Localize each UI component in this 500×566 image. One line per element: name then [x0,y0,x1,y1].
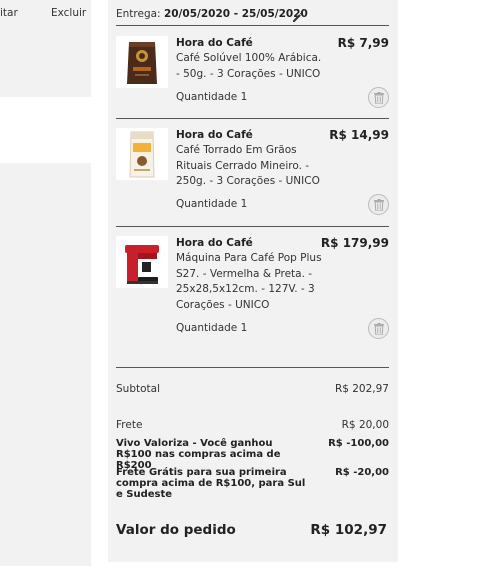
left-panel [0,163,91,566]
coffee-bag-icon [116,128,168,180]
order-total-label: Valor do pedido [116,522,236,538]
divider [116,118,389,119]
coffee-pouch-icon [116,36,168,88]
subtotal-value: R$ 202,97 [334,383,389,395]
delivery-dates: 20/05/2020 - 25/05/2020 [163,8,308,20]
pencil-icon[interactable] [292,8,303,22]
trash-icon[interactable] [368,87,389,108]
discount-value: R$ -100,00 [328,438,389,449]
order-total-value: R$ 102,97 [310,522,387,538]
item-seller: Hora do Café [176,37,253,49]
item-description: Café Solúvel 100% Arábica. - 50g. - 3 Co… [176,52,322,80]
shipping-value: R$ 20,00 [341,419,389,431]
item-price: R$ 14,99 [329,128,389,142]
trash-icon[interactable] [368,194,389,215]
item-description: Café Torrado Em Grãos Rituais Cerrado Mi… [176,144,320,187]
item-quantity: Quantidade 1 [176,91,248,103]
order-summary-panel: Entrega: 20/05/2020 - 25/05/2020 Hora do… [108,0,398,562]
cart-item-card: itar Excluir [0,0,91,97]
item-quantity: Quantidade 1 [176,198,248,210]
item-quantity: Quantidade 1 [176,322,248,334]
divider [116,226,389,227]
subtotal-label: Subtotal [116,383,160,395]
item-price: R$ 179,99 [320,236,389,250]
divider [116,367,389,368]
delete-link[interactable]: Excluir [51,7,86,19]
delivery-label: Entrega: [116,8,161,20]
item-description: Máquina Para Café Pop Plus S27. - Vermel… [176,252,322,311]
coffee-machine-icon [116,236,168,288]
delivery-info: Entrega: 20/05/2020 - 25/05/2020 [116,8,308,20]
edit-link[interactable]: itar [0,7,18,19]
shipping-label: Frete [116,419,143,431]
discount-label: Frete Grátis para sua primeira compra ac… [116,467,306,500]
divider [116,25,389,26]
item-price: R$ 7,99 [337,36,389,50]
item-seller: Hora do Café [176,237,253,249]
item-seller: Hora do Café [176,129,253,141]
trash-icon[interactable] [368,318,389,339]
discount-value: R$ -20,00 [335,467,389,478]
